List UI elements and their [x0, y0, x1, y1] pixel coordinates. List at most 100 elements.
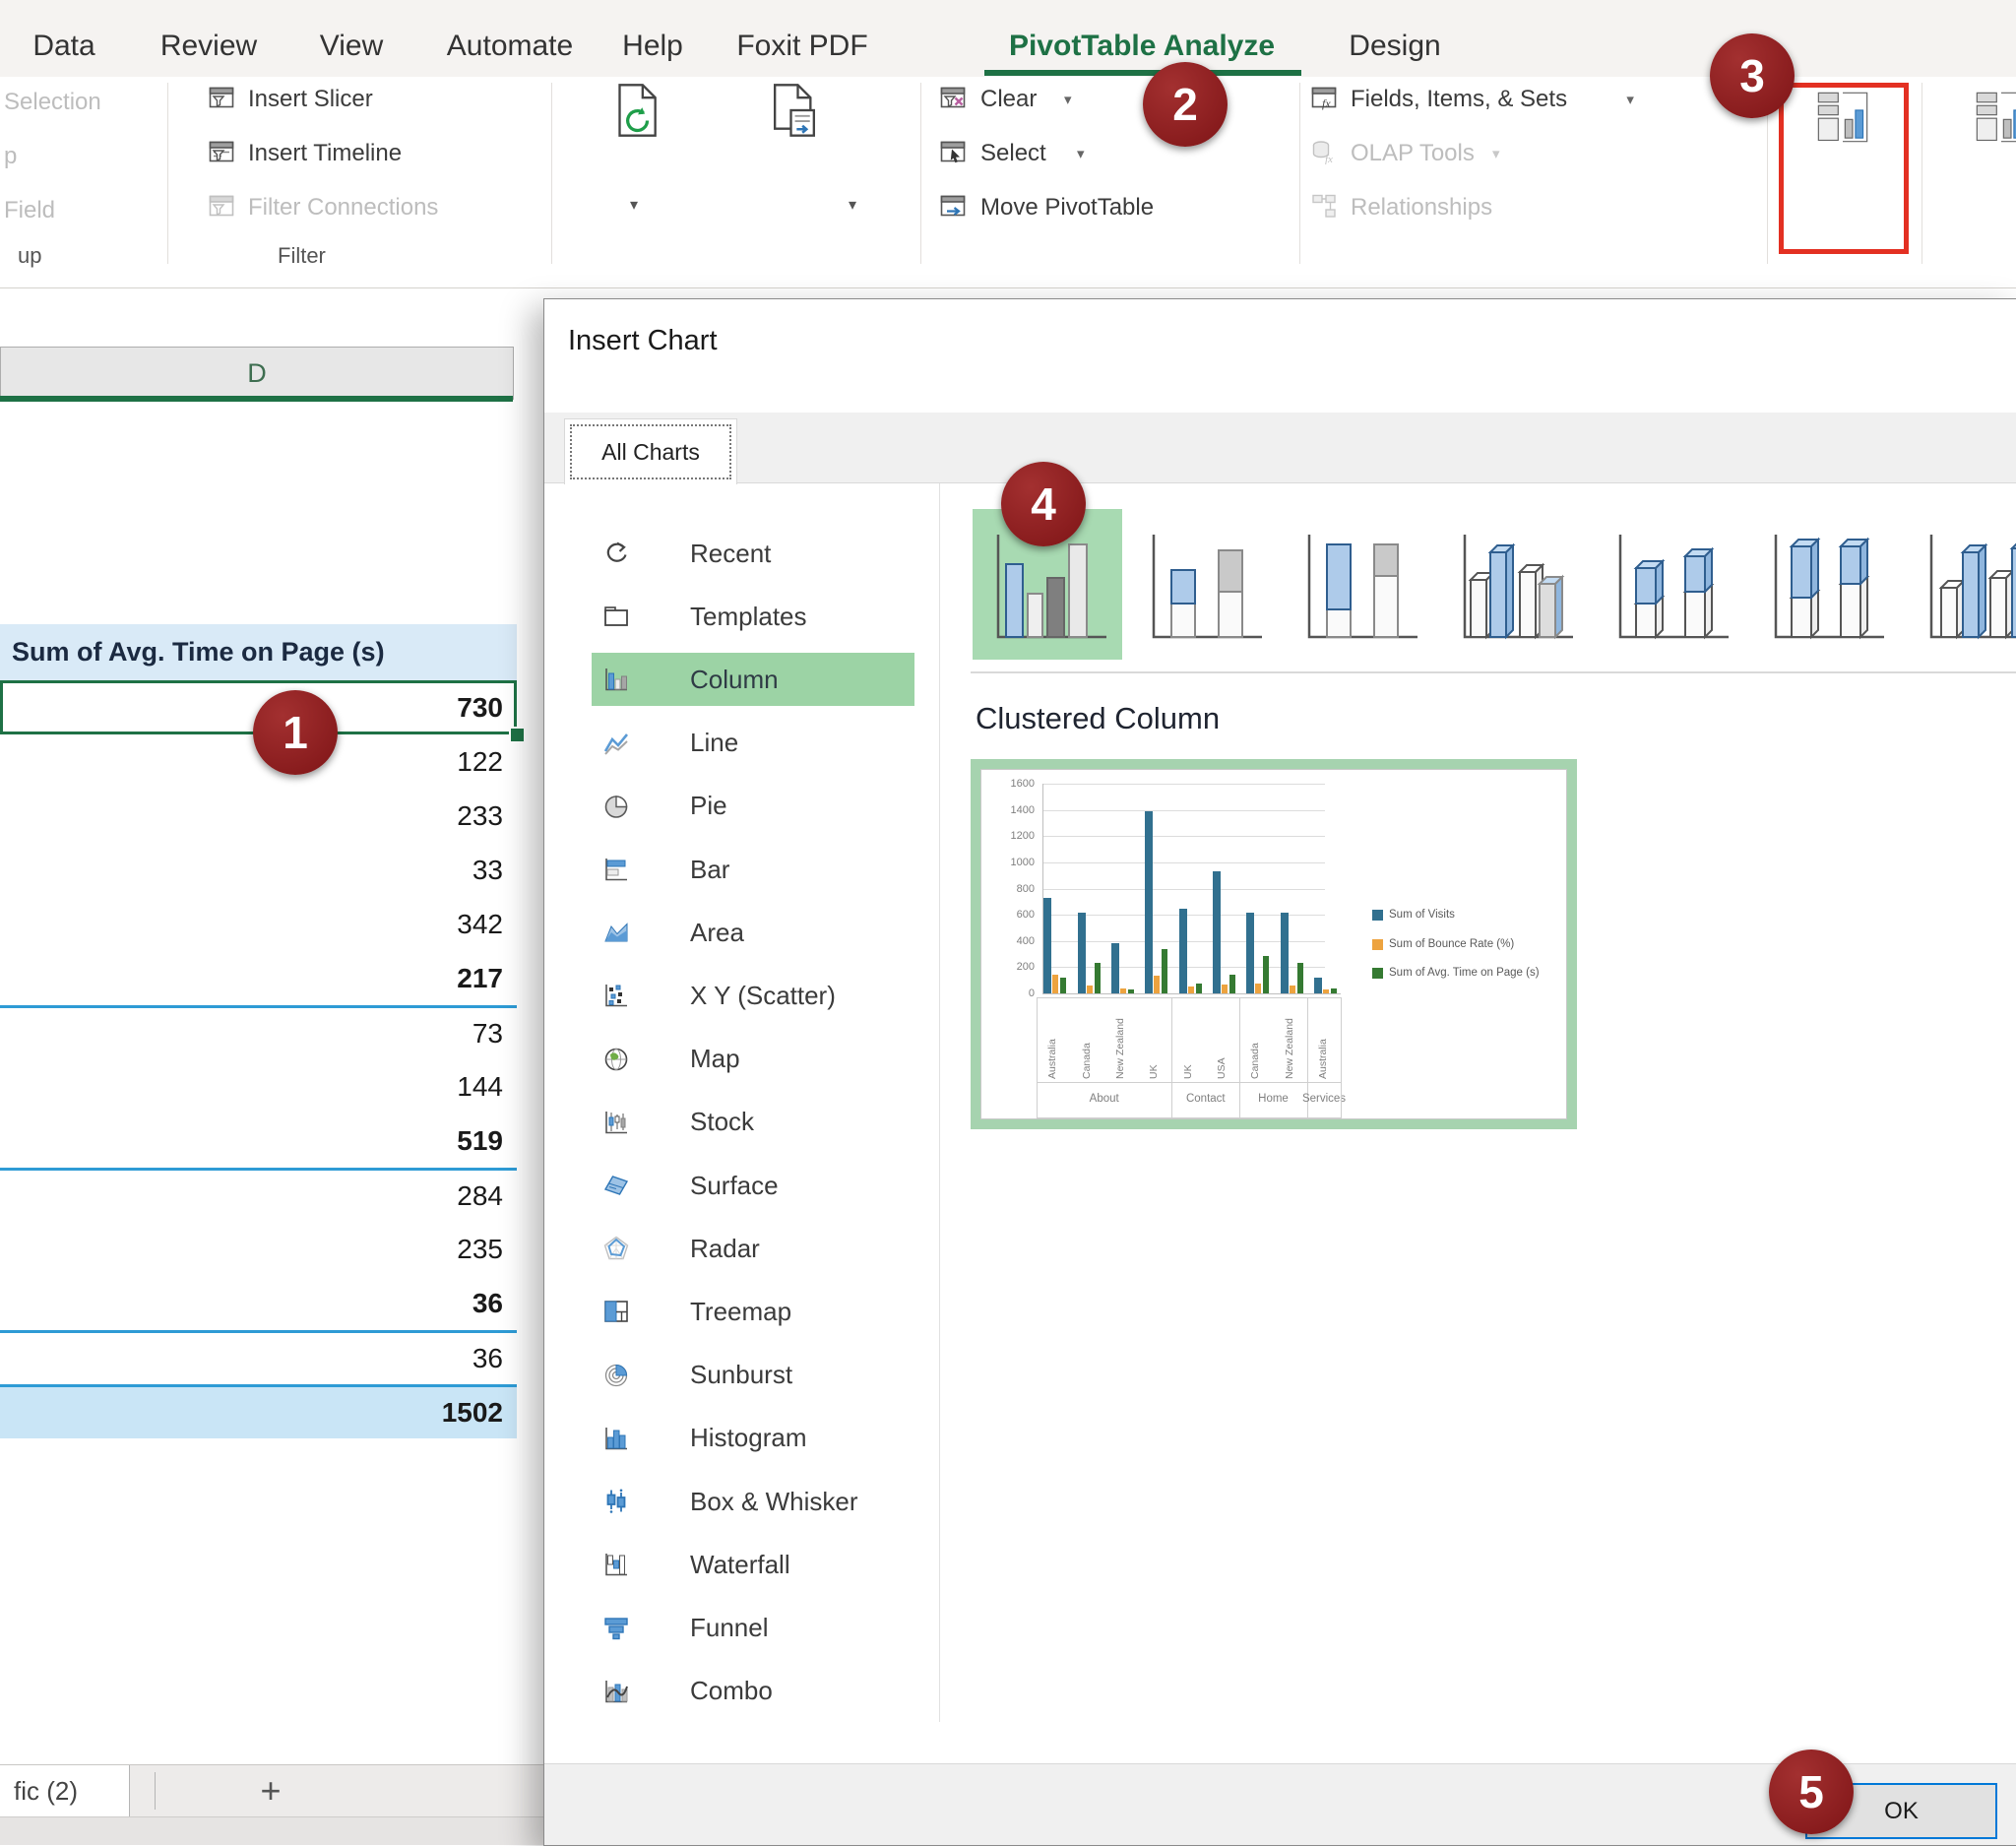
templates-icon	[603, 604, 629, 629]
chart-type-combo[interactable]: Combo	[544, 1665, 939, 1718]
chart-type-label: Radar	[690, 1234, 760, 1264]
subtype-thumb-3d-column[interactable]	[1906, 509, 2016, 660]
bar-icon	[603, 857, 629, 882]
y-axis-tick-label: 1400	[989, 804, 1035, 816]
chart-type-label: Combo	[690, 1676, 773, 1706]
fill-handle[interactable]	[509, 727, 526, 743]
legend-label: Sum of Avg. Time on Page (s)	[1389, 967, 1540, 979]
chart-bar	[1162, 949, 1167, 994]
chart-type-box-whisker[interactable]: Box & Whisker	[544, 1475, 939, 1528]
ribbon-button-select[interactable]: Select	[980, 140, 1046, 167]
group-separator	[1037, 997, 1038, 1118]
chart-bar	[1120, 988, 1126, 993]
legend-swatch	[1372, 968, 1383, 979]
chart-bar	[1331, 988, 1337, 993]
x-category-label: UK	[1182, 1000, 1194, 1079]
subtype-thumb-stacked-column[interactable]	[1128, 509, 1278, 660]
tab-all-charts[interactable]: All Charts	[564, 418, 737, 484]
change-data-source-icon	[770, 83, 819, 138]
chart-type-bar[interactable]: Bar	[544, 843, 939, 896]
chart-bar	[1281, 913, 1289, 994]
chart-type-line[interactable]: Line	[544, 717, 939, 770]
table-row[interactable]: 144	[0, 1059, 517, 1114]
chart-type-recent[interactable]: Recent	[544, 527, 939, 580]
ribbon-button-clear[interactable]: Clear	[980, 86, 1037, 113]
table-row[interactable]: 233	[0, 789, 517, 843]
chart-bar	[1078, 913, 1086, 994]
menu-tab-help[interactable]: Help	[622, 30, 683, 63]
treemap-icon	[603, 1299, 629, 1324]
chart-type-templates[interactable]: Templates	[544, 590, 939, 643]
chart-type-treemap[interactable]: Treemap	[544, 1285, 939, 1338]
menu-tab-data[interactable]: Data	[32, 30, 94, 63]
chart-type-x-y-scatter-[interactable]: X Y (Scatter)	[544, 969, 939, 1022]
x-category-label: Australia	[1046, 1000, 1058, 1079]
table-row[interactable]: 36	[0, 1330, 517, 1384]
annotation-badge-1: 1	[253, 690, 338, 775]
chart-type-label: Waterfall	[690, 1550, 790, 1580]
ribbon-button-refresh[interactable]	[612, 83, 681, 148]
table-row[interactable]: 33	[0, 843, 517, 897]
column-selected-indicator	[0, 396, 513, 402]
menu-tab-automate[interactable]: Automate	[447, 30, 573, 63]
ribbon-button-insert-slicer[interactable]: Insert Slicer	[248, 86, 373, 113]
chart-type-stock[interactable]: Stock	[544, 1096, 939, 1149]
chart-bar	[1323, 989, 1329, 993]
dropdown-chevron-icon: ▾	[1626, 91, 1634, 108]
column-header-D[interactable]: D	[0, 347, 514, 400]
subtype-thumb-3d-stacked-column[interactable]	[1595, 509, 1744, 660]
fields-icon: fx	[1311, 85, 1337, 110]
menu-tab-pivottable-analyze[interactable]: PivotTable Analyze	[1009, 30, 1275, 63]
funnel-icon	[603, 1615, 629, 1640]
ribbon-button-insert-timeline[interactable]: Insert Timeline	[248, 140, 402, 167]
table-row[interactable]: 217	[0, 951, 517, 1005]
y-axis-tick-label: 600	[989, 909, 1035, 921]
chart-bar	[1145, 811, 1153, 993]
table-row[interactable]: 284	[0, 1168, 517, 1222]
refresh-chevron-icon: ▾	[630, 195, 638, 215]
menu-tab-view[interactable]: View	[320, 30, 383, 63]
add-sheet-button[interactable]: +	[236, 1765, 305, 1816]
subtype-thumb-3d-clustered-column[interactable]	[1439, 509, 1589, 660]
ribbon-button-move-pivottable[interactable]: Move PivotTable	[980, 194, 1154, 222]
chart-type-histogram[interactable]: Histogram	[544, 1412, 939, 1465]
chart-bar	[1043, 898, 1051, 993]
x-group-label: Contact	[1186, 1093, 1226, 1105]
chart-bar	[1188, 987, 1194, 993]
ribbon-group-separator	[920, 83, 921, 264]
table-row[interactable]: 342	[0, 897, 517, 951]
chart-type-pie[interactable]: Pie	[544, 780, 939, 833]
table-row[interactable]: 36	[0, 1276, 517, 1330]
chart-bar	[1263, 956, 1269, 993]
sheet-tab[interactable]: fic (2)	[0, 1765, 130, 1816]
table-row[interactable]: 73	[0, 1005, 517, 1059]
chart-type-label: Treemap	[690, 1297, 791, 1327]
x-group-label: Home	[1258, 1093, 1289, 1105]
ribbon-button-change-data-source[interactable]	[770, 83, 839, 148]
chart-type-surface[interactable]: Surface	[544, 1159, 939, 1212]
pivot-field-header-cell[interactable]: Sum of Avg. Time on Page (s)	[0, 624, 517, 680]
chart-preview-frame[interactable]: 02004006008001000120014001600AustraliaCa…	[971, 759, 1577, 1129]
chart-type-waterfall[interactable]: Waterfall	[544, 1538, 939, 1591]
menu-tab-design[interactable]: Design	[1349, 30, 1440, 63]
label-band-line	[1037, 997, 1341, 998]
subtype-thumb-3d-100-stacked-column[interactable]	[1750, 509, 1900, 660]
chart-type-label: Recent	[690, 539, 771, 569]
chart-type-map[interactable]: Map	[544, 1033, 939, 1086]
chart-type-area[interactable]: Area	[544, 906, 939, 959]
chart-type-column[interactable]: Column	[544, 653, 939, 706]
chart-bar	[1052, 975, 1058, 993]
chart-type-radar[interactable]: Radar	[544, 1222, 939, 1275]
table-row[interactable]: 235	[0, 1222, 517, 1276]
ribbon-button-fields-items-sets[interactable]: Fields, Items, & Sets	[1351, 86, 1567, 113]
menu-tab-foxit-pdf[interactable]: Foxit PDF	[736, 30, 867, 63]
chart-type-funnel[interactable]: Funnel	[544, 1601, 939, 1654]
active-tab-underline	[984, 70, 1301, 76]
menu-tab-review[interactable]: Review	[160, 30, 257, 63]
ribbon-group-separator	[1299, 83, 1300, 264]
table-row[interactable]: 519	[0, 1114, 517, 1168]
chart-type-sunburst[interactable]: Sunburst	[544, 1349, 939, 1402]
subtype-thumb-100-stacked-column[interactable]	[1284, 509, 1433, 660]
grand-total-row[interactable]: 1502	[0, 1384, 517, 1438]
chart-type-label: Funnel	[690, 1613, 769, 1643]
